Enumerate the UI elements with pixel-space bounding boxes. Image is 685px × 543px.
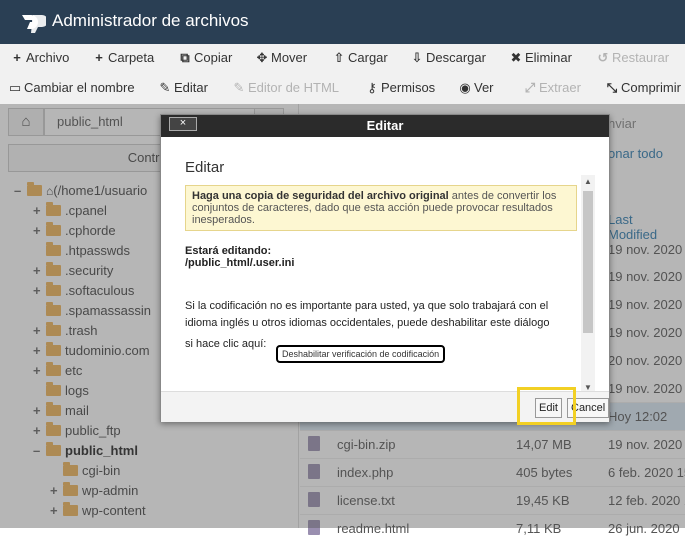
delete-icon: ✖ (510, 50, 522, 65)
toolbar-row-1: + Archivo + Carpeta ⧉ Copiar ✥ Mover ⇧ Cargar… (0, 44, 685, 74)
click-here-label: si hace clic aquí: (185, 338, 267, 350)
download-button[interactable]: ⇩ Descargar (410, 50, 486, 66)
editing-path: /public_html/.user.ini (185, 257, 295, 269)
compress-button[interactable]: ⤡ Comprimir (605, 80, 681, 96)
close-icon[interactable]: × (169, 117, 197, 131)
extract-button[interactable]: ⤢ Extraer (523, 80, 581, 96)
eye-icon: ◉ (459, 80, 471, 95)
scroll-thumb[interactable] (583, 191, 593, 333)
download-icon: ⇩ (411, 50, 423, 65)
dialog-scrollbar[interactable]: ▲ ▼ (581, 175, 595, 395)
permissions-button[interactable]: ⚷ Permisos (365, 80, 435, 96)
dialog-title: Editar (366, 118, 404, 133)
toolbar-row-2: ▭ Cambiar el nombre ✎ Editar ✎ Editor de HT… (0, 74, 685, 104)
html-editor-icon: ✎ (233, 80, 245, 95)
upload-icon: ⇧ (333, 50, 345, 65)
edit-dialog: Editar × Editar Haga una copia de seguri… (160, 114, 610, 422)
rename-button[interactable]: ▭ Cambiar el nombre (8, 80, 135, 96)
scroll-up-icon[interactable]: ▲ (581, 175, 595, 189)
view-button[interactable]: ◉ Ver (458, 80, 493, 96)
encoding-info: Si la codificación no es importante para… (185, 300, 550, 329)
edit-button[interactable]: ✎ Editar (158, 80, 208, 96)
rename-icon: ▭ (8, 80, 22, 95)
plus-icon: + (13, 50, 21, 65)
delete-button[interactable]: ✖ Eliminar (509, 50, 572, 66)
restore-button[interactable]: ↺ Restaurar (596, 50, 670, 66)
move-button[interactable]: ✥ Mover (255, 50, 308, 66)
extract-icon: ⤢ (524, 80, 536, 95)
html-editor-button[interactable]: ✎ Editor de HTML (232, 80, 340, 96)
move-icon: ✥ (256, 50, 268, 65)
cpanel-logo[interactable] (18, 11, 46, 33)
copy-icon: ⧉ (180, 50, 190, 65)
plus-icon: + (95, 50, 103, 65)
copy-button[interactable]: ⧉ Copiar (178, 50, 232, 66)
upload-button[interactable]: ⇧ Cargar (332, 50, 388, 66)
backup-warning: Haga una copia de seguridad del archivo … (185, 185, 577, 231)
editing-label: Estará editando: (185, 245, 272, 257)
dialog-heading: Editar (185, 159, 225, 176)
app-title: Administrador de archivos (52, 11, 249, 30)
compress-icon: ⤡ (606, 80, 618, 95)
new-folder-button[interactable]: + Carpeta (92, 50, 154, 65)
disable-encoding-check-button[interactable]: Deshabilitar verificación de codificació… (276, 345, 446, 363)
edit-button-highlight (517, 387, 576, 425)
dialog-body: Editar Haga una copia de seguridad del a… (161, 137, 609, 395)
restore-icon: ↺ (597, 50, 609, 65)
pencil-icon: ✎ (159, 80, 171, 95)
key-icon: ⚷ (367, 80, 377, 95)
dialog-header: Editar × (161, 115, 609, 137)
new-file-button[interactable]: + Archivo (10, 50, 69, 65)
